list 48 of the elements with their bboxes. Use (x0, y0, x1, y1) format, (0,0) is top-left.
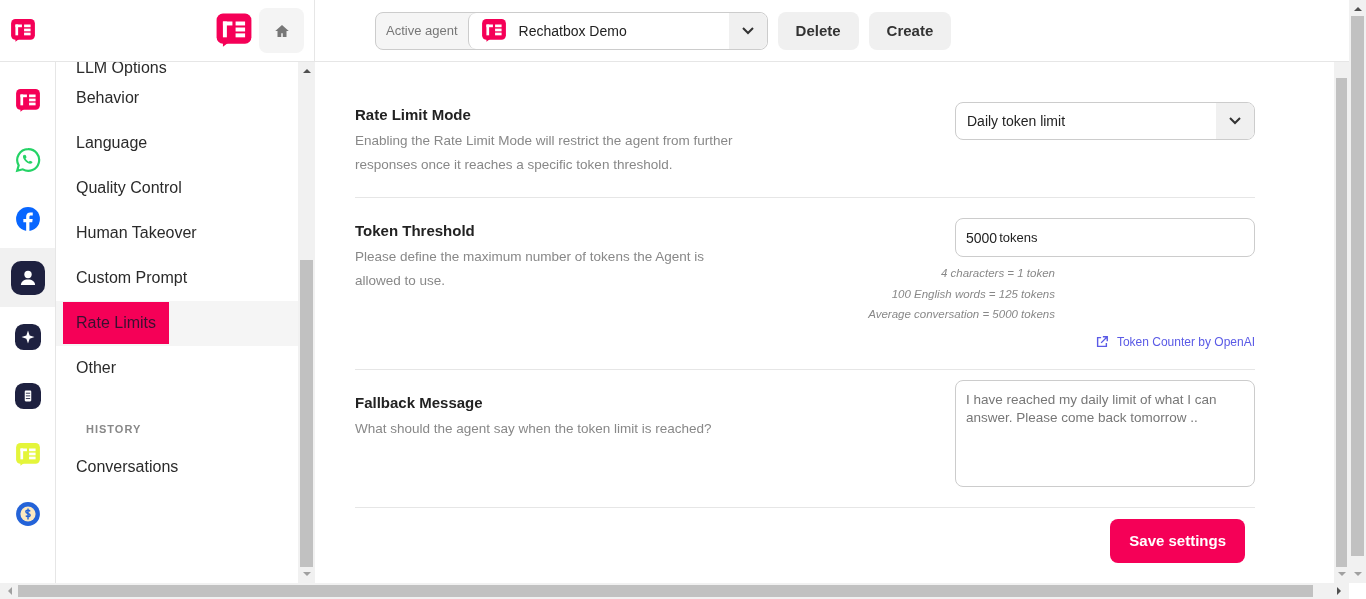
save-button[interactable]: Save settings (1110, 518, 1245, 563)
scrollbar[interactable] (1334, 62, 1349, 583)
setting-description: Please define the maximum number of tokens the Agent is allowed to use. (355, 248, 705, 290)
chevron-down-icon (1229, 117, 1241, 125)
coin-icon (14, 500, 41, 527)
agent-label: Active agent (385, 22, 459, 40)
scrollbar[interactable] (298, 62, 315, 583)
nav-item[interactable]: Language (63, 121, 161, 164)
token-counter-link[interactable]: Token Counter by OpenAI (1094, 334, 1255, 349)
agent-select[interactable]: Rechatbox Demo (467, 12, 767, 49)
logo-icon (480, 17, 507, 44)
phone-bubble-icon (14, 146, 41, 173)
sparkle-icon (14, 323, 41, 350)
nav-item[interactable]: Conversations (63, 445, 192, 488)
person-icon (10, 260, 45, 295)
token-input[interactable]: 5000tokens (955, 218, 1255, 257)
section-heading: HISTORY (85, 422, 143, 437)
rail-item[interactable] (0, 248, 55, 307)
header-button[interactable]: Delete (777, 11, 859, 50)
hint-text: 100 English words = 125 tokens (891, 286, 1055, 302)
nav-item[interactable]: Custom Prompt (63, 256, 201, 299)
header-button[interactable]: Create (868, 11, 952, 50)
setting-title: Rate Limit Mode (355, 106, 472, 123)
home-button[interactable] (259, 8, 304, 53)
external-link-icon (1094, 334, 1109, 349)
logo-icon (14, 441, 41, 468)
setting-title: Fallback Message (355, 393, 484, 411)
logo-icon (10, 17, 36, 44)
nav-item[interactable]: Behavior (63, 76, 153, 119)
nav-item[interactable]: Quality Control (63, 166, 195, 209)
nav-item[interactable]: Rate Limits (63, 301, 170, 344)
hint-text: Average conversation = 5000 tokens (868, 307, 1055, 322)
facebook-icon (14, 205, 41, 232)
agent-name: Rechatbox Demo (518, 22, 628, 39)
setting-title: Token Threshold (355, 222, 476, 239)
scrollbar[interactable] (0, 583, 1349, 599)
document-icon (14, 382, 41, 409)
nav-item[interactable]: Human Takeover (63, 211, 210, 254)
setting-description: Enabling the Rate Limit Mode will restrict the agent from further responses once it reaches a specific token threshold. (355, 132, 734, 174)
nav-item[interactable]: Other (63, 346, 129, 389)
hint-text: 4 characters = 1 token (940, 266, 1055, 281)
logo-icon (14, 87, 41, 114)
chevron-down-icon (741, 26, 754, 35)
mode-select[interactable]: Daily token limit (955, 102, 1255, 140)
setting-description: What should the agent say when the token limit is reached? (355, 419, 713, 438)
nav-item[interactable]: LLM Options (63, 62, 180, 77)
scrollbar[interactable] (1349, 0, 1366, 583)
message-field[interactable]: I have reached my daily limit of what I can answer. Please come back tomorrow .. (955, 379, 1255, 487)
